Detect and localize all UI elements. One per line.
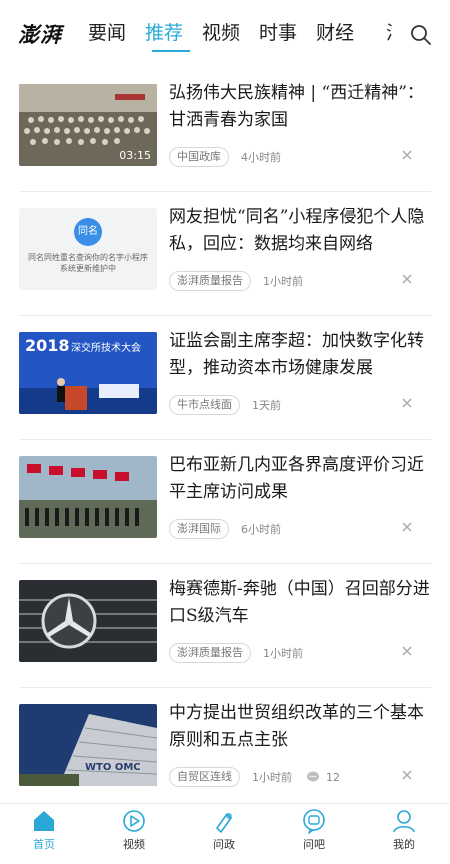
- profile-icon: [393, 810, 415, 833]
- news-title[interactable]: 证监会副主席李超：加快数字化转型，推动资本市场健康发展: [169, 328, 434, 382]
- news-meta: 中国政库 4小时前: [169, 147, 281, 167]
- publish-time: 6小时前: [241, 523, 281, 536]
- news-thumbnail: 同名 同名同姓重名查询你的名字小程序系统更新维护中: [19, 208, 157, 290]
- source-tag[interactable]: 牛市点线面: [169, 395, 240, 415]
- thumbnail-year: 2018: [25, 336, 70, 355]
- news-thumbnail: [19, 580, 157, 662]
- video-duration: 03:15: [119, 149, 151, 162]
- thumbnail-sign: WTO OMC: [85, 762, 141, 773]
- bottom-nav-video[interactable]: 视频: [104, 808, 164, 852]
- comment-icon: [307, 771, 319, 782]
- publish-time: 1小时前: [263, 275, 303, 288]
- source-tag[interactable]: 中国政库: [169, 147, 229, 167]
- close-icon[interactable]: [400, 148, 414, 162]
- app-badge: 同名: [74, 218, 102, 246]
- comment-count[interactable]: 12: [306, 771, 340, 784]
- bottom-nav-label: 我的: [393, 838, 415, 851]
- tab-tuijian[interactable]: 推荐: [145, 18, 183, 52]
- bottom-nav-wenzheng[interactable]: 问政: [194, 808, 254, 852]
- bottom-nav-label: 问政: [213, 838, 235, 851]
- news-meta: 澎湃质量报告 1小时前: [169, 643, 303, 663]
- source-tag[interactable]: 澎湃质量报告: [169, 271, 251, 291]
- thumbnail-banner: 深交所技术大会: [71, 343, 141, 354]
- channel-tabs: 要闻 推荐 视频 时事 财经: [88, 18, 373, 52]
- news-title[interactable]: 梅赛德斯-奔驰（中国）召回部分进口S级汽车: [169, 576, 434, 630]
- news-meta: 牛市点线面 1天前: [169, 395, 281, 415]
- news-meta: 自贸区连线 1小时前 12: [169, 767, 340, 787]
- tab-shishi[interactable]: 时事: [259, 18, 297, 52]
- news-title[interactable]: 网友担忧“同名”小程序侵犯个人隐私，回应：数据均来自网络: [169, 204, 434, 258]
- news-thumbnail: 03:15: [19, 84, 157, 166]
- news-thumbnail: [19, 456, 157, 538]
- comment-count-value: 12: [326, 770, 340, 784]
- bottom-nav-wenba[interactable]: 问吧: [284, 808, 344, 852]
- publish-time: 1天前: [252, 399, 281, 412]
- ask-icon: [303, 809, 325, 834]
- bottom-nav-home[interactable]: 首页: [14, 808, 74, 852]
- tab-shipin[interactable]: 视频: [202, 18, 240, 52]
- honor-guard-image: [19, 456, 157, 538]
- play-icon: [123, 810, 145, 832]
- app-logo[interactable]: 澎湃: [18, 19, 62, 49]
- publish-time: 4小时前: [241, 151, 281, 164]
- news-title[interactable]: 巴布亚新几内亚各界高度评价习近平主席访问成果: [169, 452, 434, 506]
- news-thumbnail: 2018 深交所技术大会: [19, 332, 157, 414]
- home-icon: [34, 811, 54, 831]
- top-nav: 澎湃 要闻 推荐 视频 时事 财经 汽: [0, 0, 450, 68]
- bottom-nav-label: 问吧: [303, 838, 325, 851]
- search-icon[interactable]: [410, 24, 432, 46]
- bottom-nav-label: 首页: [33, 838, 55, 851]
- news-title[interactable]: 弘扬伟大民族精神 | “西迁精神”：甘洒青春为家国: [169, 80, 434, 134]
- publish-time: 1小时前: [252, 771, 292, 784]
- bottom-nav-label: 视频: [123, 838, 145, 851]
- wto-building-image: [19, 704, 157, 786]
- news-meta: 澎湃国际 6小时前: [169, 519, 281, 539]
- tab-overflow-partial[interactable]: 汽: [386, 22, 392, 44]
- news-thumbnail: WTO OMC: [19, 704, 157, 786]
- close-icon[interactable]: [400, 272, 414, 286]
- bottom-nav: 首页 视频 问政 问吧 我的: [0, 803, 450, 864]
- news-title[interactable]: 中方提出世贸组织改革的三个基本原则和五点主张: [169, 700, 434, 754]
- news-item[interactable]: 03:15 弘扬伟大民族精神 | “西迁精神”：甘洒青春为家国 中国政库 4小时…: [0, 68, 450, 192]
- publish-time: 1小时前: [263, 647, 303, 660]
- close-icon[interactable]: [400, 768, 414, 782]
- thumbnail-caption: 同名同姓重名查询你的名字小程序系统更新维护中: [28, 253, 148, 273]
- news-item[interactable]: WTO OMC 中方提出世贸组织改革的三个基本原则和五点主张 自贸区连线 1小时…: [0, 688, 450, 812]
- news-item[interactable]: 巴布亚新几内亚各界高度评价习近平主席访问成果 澎湃国际 6小时前: [0, 440, 450, 564]
- source-tag[interactable]: 澎湃质量报告: [169, 643, 251, 663]
- pen-icon: [216, 813, 232, 833]
- close-icon[interactable]: [400, 644, 414, 658]
- tab-yaowen[interactable]: 要闻: [88, 18, 126, 52]
- close-icon[interactable]: [400, 520, 414, 534]
- source-tag[interactable]: 自贸区连线: [169, 767, 240, 787]
- car-grille-image: [19, 580, 157, 662]
- news-item[interactable]: 2018 深交所技术大会 证监会副主席李超：加快数字化转型，推动资本市场健康发展…: [0, 316, 450, 440]
- news-item[interactable]: 梅赛德斯-奔驰（中国）召回部分进口S级汽车 澎湃质量报告 1小时前: [0, 564, 450, 688]
- source-tag[interactable]: 澎湃国际: [169, 519, 229, 539]
- active-tab-indicator: [152, 50, 190, 52]
- news-meta: 澎湃质量报告 1小时前: [169, 271, 303, 291]
- tab-caijing[interactable]: 财经: [316, 18, 354, 52]
- close-icon[interactable]: [400, 396, 414, 410]
- news-item[interactable]: 同名 同名同姓重名查询你的名字小程序系统更新维护中 网友担忧“同名”小程序侵犯个…: [0, 192, 450, 316]
- bottom-nav-profile[interactable]: 我的: [374, 808, 434, 852]
